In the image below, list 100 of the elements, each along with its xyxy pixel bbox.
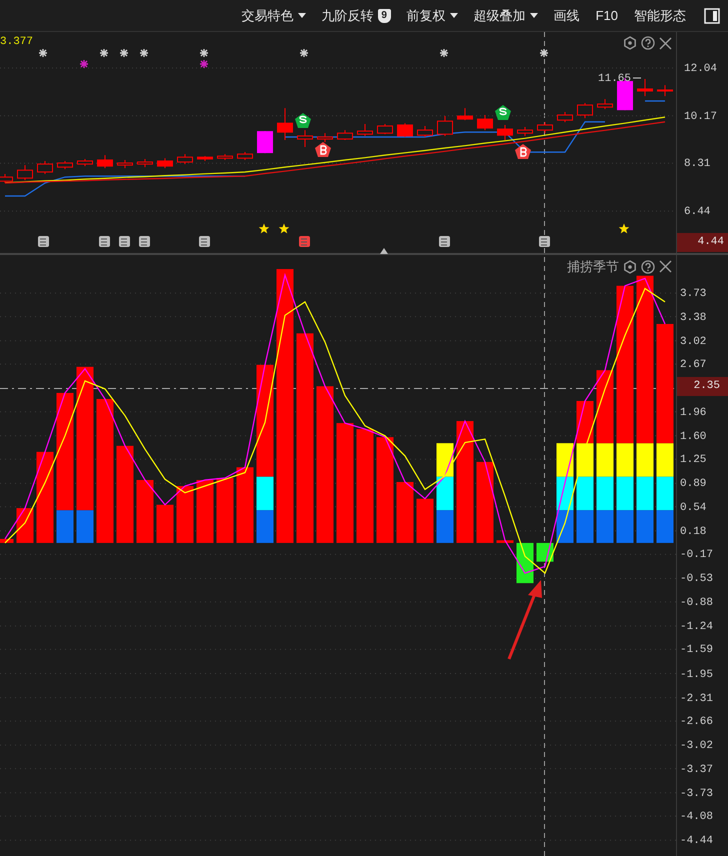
panel-toggle-icon[interactable] bbox=[704, 8, 720, 24]
close-icon[interactable] bbox=[659, 260, 672, 274]
candlestick bbox=[557, 111, 573, 123]
buy-signal-icon bbox=[315, 142, 331, 157]
badge: 9 bbox=[378, 8, 391, 22]
toolbar-button[interactable]: F10 bbox=[590, 6, 624, 26]
axis-label: 0.54 bbox=[680, 500, 706, 516]
histogram-bar bbox=[616, 510, 634, 543]
high-price-label: 11.65 bbox=[598, 72, 632, 87]
histogram-bar bbox=[576, 400, 594, 444]
axis-label: 3.73 bbox=[680, 287, 706, 302]
candlestick bbox=[337, 130, 353, 141]
toolbar-button[interactable]: 画线 bbox=[548, 6, 586, 26]
settings-icon[interactable] bbox=[623, 36, 637, 50]
scroll-handle-icon[interactable] bbox=[380, 248, 388, 254]
cursor-value-tag: 2.35 bbox=[677, 376, 728, 396]
help-icon[interactable] bbox=[641, 36, 655, 50]
axis-label: -1.59 bbox=[680, 643, 714, 658]
histogram-bar bbox=[576, 476, 594, 510]
candlestick bbox=[577, 102, 593, 119]
axis-label: 0.18 bbox=[680, 524, 706, 540]
candlestick bbox=[17, 164, 33, 181]
candlestick bbox=[597, 98, 613, 110]
candlestick bbox=[417, 126, 433, 138]
event-marker-icon bbox=[439, 236, 450, 247]
event-marker-icon bbox=[38, 236, 49, 247]
histogram-bar bbox=[156, 504, 174, 543]
toolbar-button[interactable]: 智能形态 bbox=[628, 6, 692, 26]
axis-label: 1.96 bbox=[680, 406, 706, 421]
caret-icon bbox=[530, 13, 538, 18]
axis-label: 3.02 bbox=[680, 334, 706, 350]
axis-label: 8.31 bbox=[684, 157, 710, 172]
histogram-bar bbox=[596, 510, 614, 543]
histogram-bar bbox=[556, 510, 574, 543]
toolbar-dropdown[interactable]: 前复权 bbox=[400, 6, 464, 26]
candlestick bbox=[297, 130, 313, 148]
axis-label: 2.67 bbox=[680, 358, 706, 374]
candlestick bbox=[317, 132, 333, 143]
histogram-bar bbox=[496, 540, 514, 543]
close-icon[interactable] bbox=[659, 36, 672, 50]
candlestick bbox=[77, 158, 93, 167]
candlestick bbox=[477, 114, 493, 131]
histogram-bar bbox=[416, 498, 434, 543]
star-icon bbox=[278, 224, 290, 234]
candlestick bbox=[157, 158, 173, 169]
axis-label: 0.89 bbox=[680, 477, 706, 492]
candlestick bbox=[117, 159, 133, 169]
caret-icon bbox=[450, 13, 458, 18]
histogram-bar bbox=[216, 478, 234, 543]
axis-label: -0.17 bbox=[680, 548, 714, 564]
histogram-bar bbox=[656, 476, 674, 510]
axis-label: 3.38 bbox=[680, 310, 706, 326]
help-icon[interactable] bbox=[641, 260, 655, 274]
event-marker-icon bbox=[299, 236, 310, 247]
asterisk-marker-icon bbox=[38, 48, 48, 58]
toolbar-button[interactable]: 九阶反转 bbox=[322, 6, 374, 26]
candlestick bbox=[277, 108, 293, 141]
sell-signal-icon bbox=[295, 113, 311, 128]
settings-icon[interactable] bbox=[623, 260, 637, 274]
histogram-bar bbox=[576, 443, 594, 477]
indicator-value: 3.377 bbox=[0, 35, 34, 50]
histogram-bar bbox=[616, 476, 634, 510]
candlestick bbox=[377, 123, 393, 135]
toolbar-dropdown[interactable]: 超级叠加 bbox=[468, 6, 544, 26]
candlestick bbox=[457, 108, 473, 121]
asterisk-marker-icon bbox=[199, 59, 209, 69]
candlestick bbox=[637, 78, 653, 97]
histogram-bar bbox=[436, 443, 454, 477]
histogram-bar bbox=[636, 476, 654, 510]
histogram-bar bbox=[556, 443, 574, 477]
asterisk-marker-icon bbox=[139, 48, 149, 58]
asterisk-marker-icon bbox=[79, 59, 89, 69]
candlestick bbox=[657, 84, 673, 97]
toolbar-dropdown[interactable]: 交易特色 bbox=[236, 6, 312, 26]
histogram-bar bbox=[596, 476, 614, 510]
axis-label: -0.88 bbox=[680, 596, 714, 611]
asterisk-marker-icon bbox=[299, 48, 309, 58]
histogram-bar bbox=[436, 510, 454, 543]
histogram-bar bbox=[516, 542, 534, 584]
candlestick bbox=[357, 123, 373, 136]
current-value-tag: 4.44 bbox=[677, 233, 728, 252]
histogram-bar bbox=[16, 508, 34, 543]
axis-label: -3.02 bbox=[680, 739, 714, 754]
histogram-bar bbox=[636, 510, 654, 543]
axis-label: 6.44 bbox=[684, 205, 710, 220]
axis-label: 12.04 bbox=[684, 62, 718, 78]
candlestick bbox=[437, 116, 453, 136]
histogram-bar bbox=[0, 538, 14, 543]
axis-label: -3.73 bbox=[680, 786, 714, 802]
histogram-bar bbox=[136, 480, 154, 543]
event-marker-icon bbox=[199, 236, 210, 247]
candlestick bbox=[397, 122, 413, 138]
axis-label: 1.25 bbox=[680, 453, 706, 468]
event-marker-icon bbox=[139, 236, 150, 247]
histogram-bar bbox=[196, 480, 214, 543]
axis-label: -2.66 bbox=[680, 715, 714, 730]
axis-label: -3.37 bbox=[680, 762, 714, 778]
axis-label: 10.17 bbox=[684, 110, 718, 125]
asterisk-marker-icon bbox=[119, 48, 129, 58]
histogram-bar bbox=[256, 510, 274, 543]
